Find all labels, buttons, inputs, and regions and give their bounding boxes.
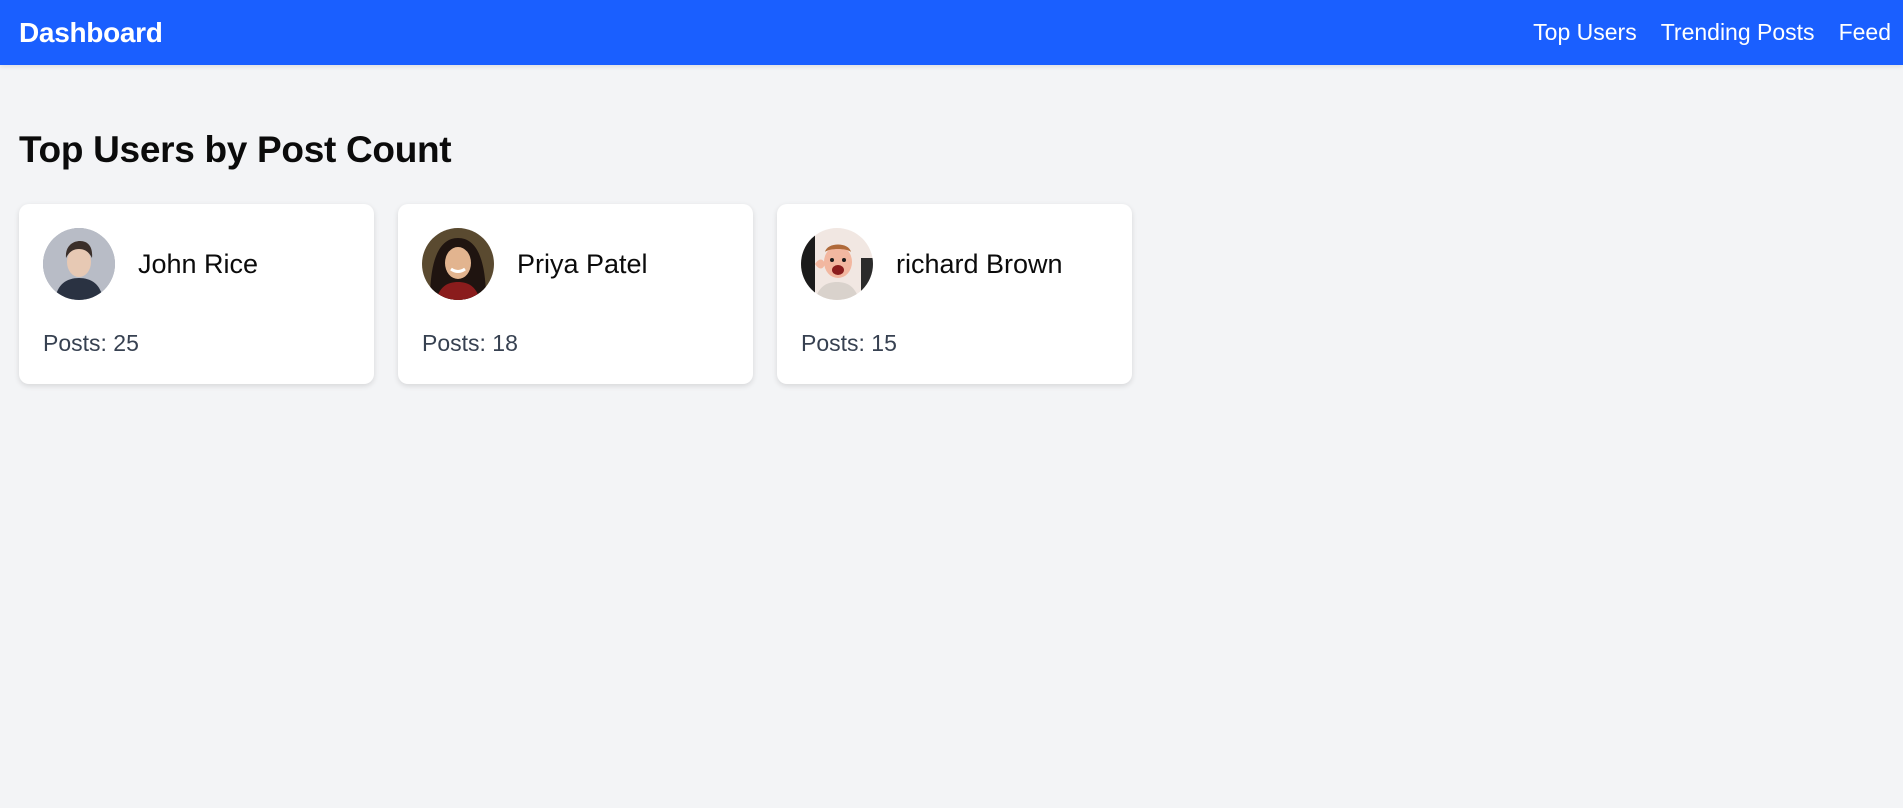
post-count: Posts: 25 bbox=[43, 330, 139, 356]
user-card-header: richard Brown bbox=[801, 228, 1108, 300]
nav-link-feed[interactable]: Feed bbox=[1839, 19, 1891, 46]
user-cards: John Rice Posts: 25 Priya Patel Posts: 1… bbox=[19, 204, 1884, 384]
user-photo-icon bbox=[801, 228, 873, 300]
avatar bbox=[801, 228, 873, 300]
avatar bbox=[43, 228, 115, 300]
nav-links: Top Users Trending Posts Feed bbox=[1533, 19, 1891, 46]
post-count: Posts: 18 bbox=[422, 330, 518, 356]
brand-title[interactable]: Dashboard bbox=[19, 17, 163, 49]
page-title: Top Users by Post Count bbox=[19, 129, 452, 170]
user-card[interactable]: Priya Patel Posts: 18 bbox=[398, 204, 753, 384]
user-photo-icon bbox=[43, 228, 115, 300]
nav-link-trending-posts[interactable]: Trending Posts bbox=[1661, 19, 1815, 46]
avatar bbox=[422, 228, 494, 300]
user-name: Priya Patel bbox=[517, 248, 648, 279]
post-count: Posts: 15 bbox=[801, 330, 897, 356]
top-navbar: Dashboard Top Users Trending Posts Feed bbox=[0, 0, 1903, 65]
user-card-header: John Rice bbox=[43, 228, 350, 300]
user-photo-icon bbox=[422, 228, 494, 300]
user-card[interactable]: richard Brown Posts: 15 bbox=[777, 204, 1132, 384]
user-name: richard Brown bbox=[896, 248, 1063, 279]
user-card-header: Priya Patel bbox=[422, 228, 729, 300]
nav-link-top-users[interactable]: Top Users bbox=[1533, 19, 1637, 46]
user-card[interactable]: John Rice Posts: 25 bbox=[19, 204, 374, 384]
main-content: Top Users by Post Count John Rice Posts:… bbox=[0, 129, 1903, 384]
user-name: John Rice bbox=[138, 248, 259, 279]
